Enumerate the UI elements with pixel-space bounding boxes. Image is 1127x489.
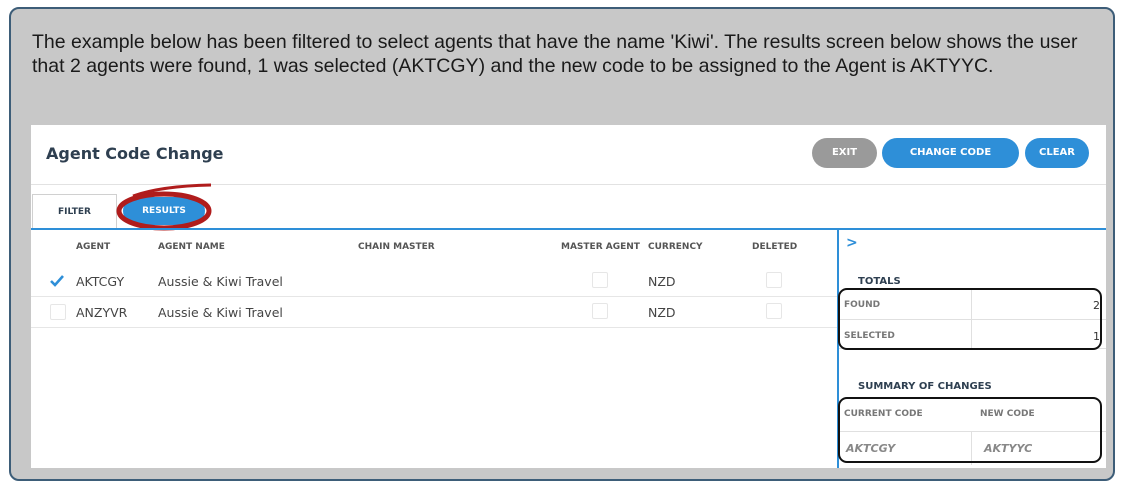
agent-name: Aussie & Kiwi Travel	[158, 274, 283, 289]
master-agent-checkbox[interactable]	[592, 272, 608, 288]
column-header-chain-master[interactable]: CHAIN MASTER	[358, 242, 435, 252]
deleted-checkbox[interactable]	[766, 303, 782, 319]
results-tab-annotation	[116, 183, 212, 231]
intro-text: The example below has been filtered to s…	[32, 31, 1078, 77]
column-header-master-agent[interactable]: MASTER AGENT	[561, 242, 640, 252]
agent-code: AKTCGY	[76, 274, 125, 289]
currency: NZD	[648, 274, 676, 289]
change-code-button[interactable]: CHANGE CODE	[882, 138, 1019, 168]
currency: NZD	[648, 305, 676, 320]
master-agent-checkbox[interactable]	[592, 303, 608, 319]
chevron-right-icon[interactable]: >	[846, 235, 858, 251]
tab-filter[interactable]: FILTER	[32, 194, 117, 230]
column-header-currency[interactable]: CURRENCY	[648, 242, 703, 252]
clear-button[interactable]: CLEAR	[1025, 138, 1089, 168]
column-header-deleted[interactable]: DELETED	[752, 242, 797, 252]
column-header-agent[interactable]: AGENT	[76, 242, 110, 252]
page-title: Agent Code Change	[46, 144, 224, 163]
summary-highlight	[838, 397, 1102, 463]
table-row[interactable]: ANZYVR Aussie & Kiwi Travel NZD	[31, 297, 837, 328]
tab-underline	[31, 228, 1106, 230]
column-header-agent-name[interactable]: AGENT NAME	[158, 242, 225, 252]
totals-highlight	[838, 288, 1102, 350]
row-select-checkbox[interactable]	[49, 273, 65, 289]
deleted-checkbox[interactable]	[766, 272, 782, 288]
agent-name: Aussie & Kiwi Travel	[158, 305, 283, 320]
row-select-checkbox[interactable]	[50, 304, 66, 320]
agent-code: ANZYVR	[76, 305, 128, 320]
totals-title: TOTALS	[858, 276, 901, 287]
summary-title: SUMMARY OF CHANGES	[858, 381, 992, 392]
table-row[interactable]: AKTCGY Aussie & Kiwi Travel NZD	[31, 266, 837, 297]
exit-button[interactable]: EXIT	[812, 138, 877, 168]
checkmark-icon	[50, 275, 64, 287]
agent-code-change-screen: Agent Code Change EXIT CHANGE CODE CLEAR…	[31, 125, 1106, 468]
